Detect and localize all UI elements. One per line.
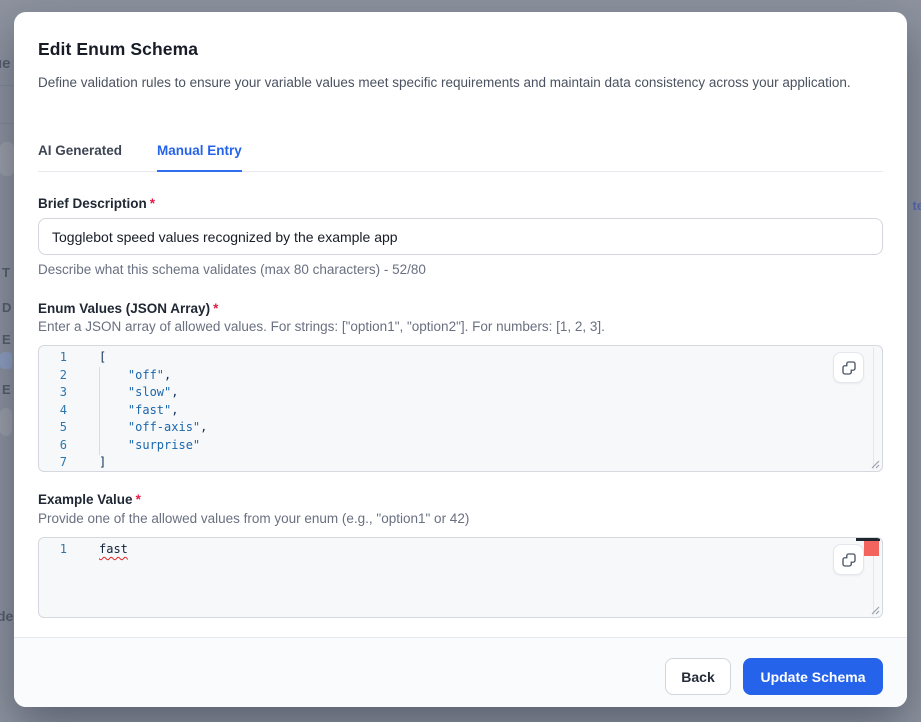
code-line: 5 "off-axis", xyxy=(39,419,882,437)
background-text-fragment: E xyxy=(2,332,11,347)
enum-values-code[interactable]: 1[2 "off",3 "slow",4 "fast",5 "off-axis"… xyxy=(39,346,882,471)
line-number: 1 xyxy=(39,349,67,367)
brief-description-label: Brief Description* xyxy=(38,195,155,213)
background-card xyxy=(0,142,14,176)
line-number: 3 xyxy=(39,384,67,402)
line-number: 5 xyxy=(39,419,67,437)
lint-error-marker xyxy=(864,541,879,556)
enum-values-label: Enum Values (JSON Array)* xyxy=(38,300,218,318)
line-number: 2 xyxy=(39,367,67,385)
editor-scrollbar-track xyxy=(873,347,874,470)
back-button[interactable]: Back xyxy=(665,658,731,695)
background-divider xyxy=(0,123,14,124)
edit-enum-schema-dialog: Edit Enum Schema Define validation rules… xyxy=(14,12,907,707)
example-value-code[interactable]: 1fast xyxy=(39,538,882,617)
code-line: 7] xyxy=(39,454,882,472)
required-asterisk: * xyxy=(213,301,218,316)
background-text-fragment: T xyxy=(2,265,10,280)
dialog-description: Define validation rules to ensure your v… xyxy=(38,72,856,94)
dialog-title: Edit Enum Schema xyxy=(38,39,198,60)
screen: ue T D E E de te Edit Enum Schema Define… xyxy=(0,0,921,722)
code-line: 6 "surprise" xyxy=(39,437,882,455)
update-schema-button[interactable]: Update Schema xyxy=(743,658,883,695)
background-text-fragment: de xyxy=(0,608,13,624)
code-line: 2 "off", xyxy=(39,367,882,385)
resize-grip-icon[interactable] xyxy=(869,458,880,469)
example-value-editor[interactable]: 1fast xyxy=(38,537,883,618)
line-number: 4 xyxy=(39,402,67,420)
code-line: 1[ xyxy=(39,349,882,367)
tab-manual-entry[interactable]: Manual Entry xyxy=(157,142,242,172)
background-link-fragment: te xyxy=(912,198,921,213)
brief-description-input[interactable] xyxy=(38,218,883,255)
code-line: 3 "slow", xyxy=(39,384,882,402)
required-asterisk: * xyxy=(150,196,155,211)
example-value-helper: Provide one of the allowed values from y… xyxy=(38,510,469,528)
copy-icon xyxy=(840,551,858,569)
indent-guide xyxy=(99,367,100,455)
required-asterisk: * xyxy=(136,492,141,507)
footer-buttons: Back Update Schema xyxy=(665,658,883,695)
background-divider xyxy=(0,85,14,86)
tab-bar: AI Generated Manual Entry xyxy=(38,142,883,172)
line-number: 6 xyxy=(39,437,67,455)
copy-button[interactable] xyxy=(833,352,864,383)
background-text-fragment: D xyxy=(2,300,11,315)
background-text-fragment: ue xyxy=(0,55,11,72)
line-number: 7 xyxy=(39,454,67,472)
background-badge xyxy=(0,352,12,369)
copy-button[interactable] xyxy=(833,544,864,575)
tab-ai-generated[interactable]: AI Generated xyxy=(38,142,122,171)
copy-icon xyxy=(840,359,858,377)
resize-grip-icon[interactable] xyxy=(869,604,880,615)
example-value-label: Example Value* xyxy=(38,491,141,509)
background-card xyxy=(0,408,12,436)
line-number: 1 xyxy=(39,541,67,559)
brief-description-helper: Describe what this schema validates (max… xyxy=(38,261,426,279)
dialog-footer: Back Update Schema xyxy=(14,637,907,707)
enum-values-editor[interactable]: 1[2 "off",3 "slow",4 "fast",5 "off-axis"… xyxy=(38,345,883,472)
code-line: 4 "fast", xyxy=(39,402,882,420)
enum-values-helper: Enter a JSON array of allowed values. Fo… xyxy=(38,318,605,336)
background-text-fragment: E xyxy=(2,382,11,397)
code-line: 1fast xyxy=(39,541,882,559)
